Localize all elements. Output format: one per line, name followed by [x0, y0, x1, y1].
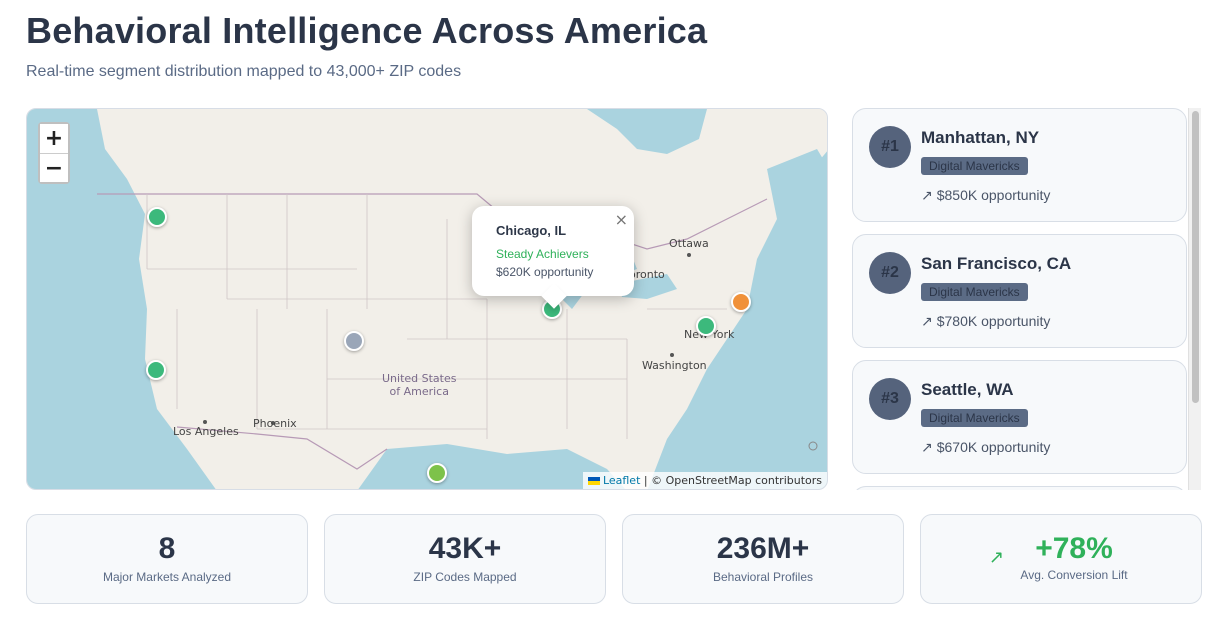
label-phoenix: Phoenix: [253, 417, 297, 430]
market-popup: × Chicago, IL Steady Achievers $620K opp…: [472, 206, 634, 296]
market-list-scrollbar[interactable]: [1188, 108, 1201, 490]
zoom-in-button[interactable]: +: [40, 124, 68, 153]
page-title: Behavioral Intelligence Across America: [26, 10, 708, 51]
label-washington: Washington: [642, 359, 707, 372]
stat-value: +78%: [1035, 532, 1113, 565]
label-los-angeles: Los Angeles: [173, 425, 239, 438]
stat-label: ZIP Codes Mapped: [413, 570, 517, 584]
zoom-out-button[interactable]: −: [40, 153, 68, 182]
popup-title: Chicago, IL: [496, 223, 567, 238]
opportunity-value: $780K opportunity: [936, 313, 1051, 329]
zoom-control: + −: [38, 122, 70, 184]
rank-badge: #3: [869, 378, 911, 420]
map-attribution: Leaflet | © OpenStreetMap contributors: [582, 472, 827, 489]
stat-label: Major Markets Analyzed: [102, 570, 232, 584]
scrollbar-thumb[interactable]: [1192, 111, 1199, 403]
stat-label: Behavioral Profiles: [712, 570, 814, 584]
market-card[interactable]: #3 Seattle, WA Digital Mavericks ↗ $670K …: [852, 360, 1187, 474]
trend-up-icon: ↗: [921, 439, 933, 455]
marker-san-francisco[interactable]: [146, 360, 166, 380]
popup-close-icon[interactable]: ×: [615, 210, 628, 229]
opportunity-row: ↗ $850K opportunity: [921, 187, 1050, 204]
marker-boston[interactable]: [731, 292, 751, 312]
marker-houston[interactable]: [427, 463, 447, 483]
opportunity-value: $670K opportunity: [936, 439, 1051, 455]
page-subtitle: Real-time segment distribution mapped to…: [26, 63, 462, 80]
trend-up-icon: ↗: [921, 187, 933, 203]
stat-profiles: 236M+ Behavioral Profiles: [622, 514, 904, 604]
trend-up-icon: ↗: [989, 547, 1005, 567]
opportunity-row: ↗ $780K opportunity: [921, 313, 1050, 330]
osm-attribution[interactable]: | © OpenStreetMap contributors: [644, 474, 822, 487]
opportunity-value: $850K opportunity: [936, 187, 1051, 203]
market-city: Seattle, WA: [921, 380, 1014, 399]
label-toronto: oronto: [629, 268, 665, 281]
market-city: Manhattan, NY: [921, 128, 1040, 147]
label-country: United States of America: [382, 372, 457, 398]
rank-badge: #2: [869, 252, 911, 294]
market-city: San Francisco, CA: [921, 254, 1072, 273]
label-ottawa: Ottawa: [669, 237, 709, 250]
market-list[interactable]: #1 Manhattan, NY Digital Mavericks ↗ $850…: [852, 108, 1202, 490]
marker-new-york[interactable]: [696, 316, 716, 336]
stat-markets: 8 Major Markets Analyzed: [26, 514, 308, 604]
stat-conversion-lift: ↗ +78% Avg. Conversion Lift: [920, 514, 1202, 604]
segment-badge: Digital Mavericks: [921, 157, 1028, 175]
trend-up-icon: ↗: [921, 313, 933, 329]
map-tiles: [27, 109, 827, 489]
leaflet-link[interactable]: Leaflet: [603, 474, 640, 487]
stat-zip-codes: 43K+ ZIP Codes Mapped: [324, 514, 606, 604]
opportunity-row: ↗ $670K opportunity: [921, 439, 1050, 456]
segment-badge: Digital Mavericks: [921, 283, 1028, 301]
market-card[interactable]: #2 San Francisco, CA Digital Mavericks ↗…: [852, 234, 1187, 348]
segment-map[interactable]: Ottawa oronto New York Washington United…: [26, 108, 828, 490]
rank-badge: #1: [869, 126, 911, 168]
marker-denver[interactable]: [344, 331, 364, 351]
stat-value: 43K+: [428, 532, 502, 565]
market-card[interactable]: #1 Manhattan, NY Digital Mavericks ↗ $850…: [852, 108, 1187, 222]
marker-seattle[interactable]: [147, 207, 167, 227]
stat-value: 8: [158, 532, 176, 565]
stat-label: Avg. Conversion Lift: [1020, 568, 1128, 582]
popup-segment: Steady Achievers: [496, 247, 589, 261]
ukraine-flag-icon: [587, 477, 600, 485]
popup-opportunity: $620K opportunity: [496, 265, 594, 279]
segment-badge: Digital Mavericks: [921, 409, 1028, 427]
market-card[interactable]: [852, 486, 1187, 490]
stat-value: 236M+: [716, 532, 810, 565]
